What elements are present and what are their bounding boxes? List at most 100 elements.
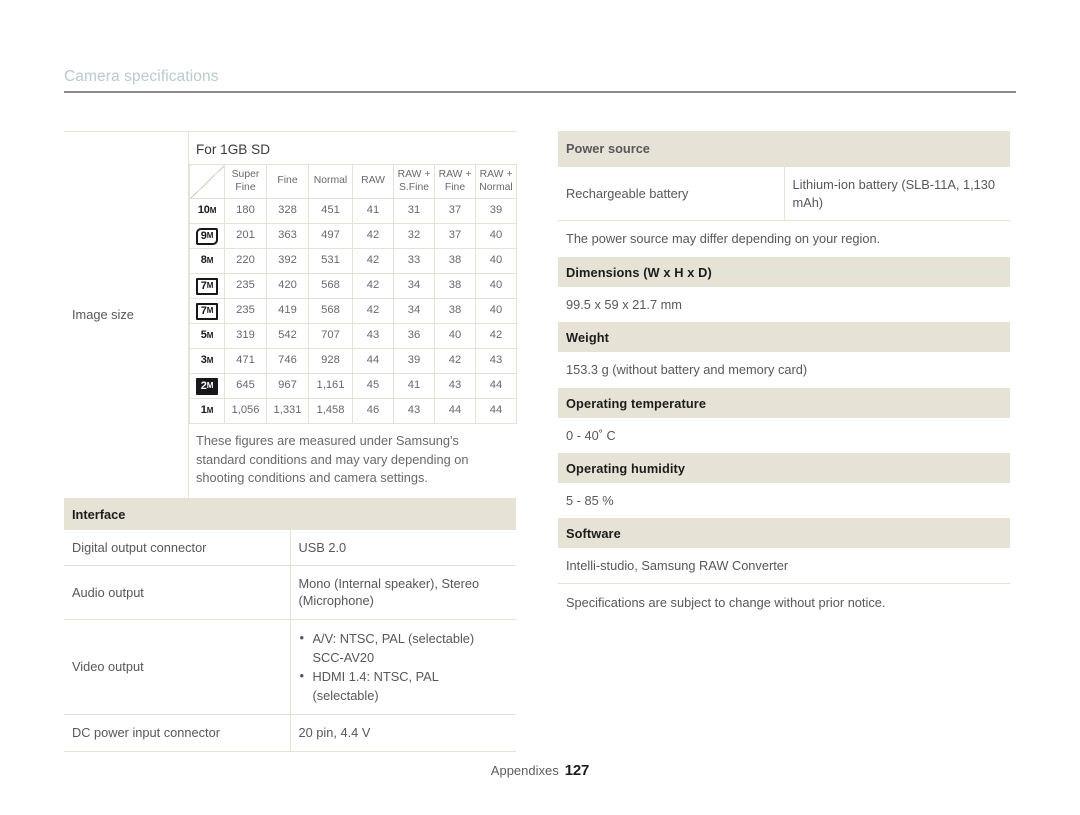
weight-value: 153.3 g (without battery and memory card… [558,352,1010,389]
resolution-badge: 5M [200,329,214,342]
operating-temperature-heading: Operating temperature [558,388,1010,418]
capacity-cell: 1,161 [308,373,353,399]
interface-row-key: Video output [64,619,291,716]
capacity-cell: 43 [475,348,517,374]
interface-heading: Interface [64,498,516,530]
capacity-cell: 1,331 [266,398,309,424]
resolution-badge: 2M [195,377,219,395]
right-column: Power source Rechargeable battery Lithiu… [558,131,1010,752]
interface-row-value: Mono (Internal speaker), Stereo (Microph… [290,565,516,620]
capacity-column-header: Normal [308,164,353,199]
interface-bullet-list: A/V: NTSC, PAL (selectable) SCC-AV20HDMI… [299,628,509,706]
capacity-cell: 451 [308,198,353,224]
capacity-cell: 38 [434,248,476,274]
power-source-table: Power source Rechargeable battery Lithiu… [558,131,1010,221]
operating-temperature-value: 0 - 40˚ C [558,418,1010,454]
interface-row: Digital output connector USB 2.0 [64,529,516,567]
capacity-table-body: 10 M 180 328 451 41 31 37 39 9 M 201 363 497 42 32 37 40 8… [189,198,517,424]
capacity-cell: 41 [352,198,394,224]
interface-bullet-item: HDMI 1.4: NTSC, PAL (selectable) [299,666,509,705]
capacity-cell: 44 [475,373,517,399]
left-column: Image size For 1GB SD Super Fine Fine Norma… [64,131,517,752]
capacity-column-header: RAW + Normal [475,164,517,199]
interface-heading-row: Interface [64,498,516,530]
page-number: 127 [564,762,590,779]
capacity-table-corner-cell [189,164,225,199]
page-footer: Appendixes 127 [0,762,1080,779]
dimensions-value: 99.5 x 59 x 21.7 mm [558,287,1010,324]
capacity-cell: 497 [308,223,353,249]
capacity-cell: 36 [393,323,435,349]
resolution-8m-icon: 8M [189,248,225,274]
capacity-cell: 44 [475,398,517,424]
capacity-cell: 1,458 [308,398,353,424]
capacity-cell: 42 [475,323,517,349]
capacity-cell: 392 [266,248,309,274]
capacity-column-header: RAW + S.Fine [393,164,435,199]
software-heading: Software [558,519,1010,549]
resolution-badge: 7M [195,277,219,295]
capacity-cell: 967 [266,373,309,399]
footer-section-name: Appendixes [490,763,559,778]
capacity-table-row: 2 M 645 967 1,161 45 41 43 44 [189,373,517,399]
capacity-cell: 34 [393,273,435,299]
capacity-cell: 44 [434,398,476,424]
capacity-cell: 645 [224,373,267,399]
capacity-cell: 707 [308,323,353,349]
capacity-table-row: 1 M 1,056 1,331 1,458 46 43 44 44 [189,398,517,424]
operating-humidity-heading: Operating humidity [558,453,1010,483]
power-source-note: The power source may differ depending on… [558,221,1010,259]
image-size-block: Image size For 1GB SD Super Fine Fine Norma… [64,131,517,499]
header-rule [64,91,1016,93]
capacity-table-row: 10 M 180 328 451 41 31 37 39 [189,198,517,224]
capacity-column-header: Super Fine [224,164,267,199]
interface-row-key: Audio output [64,565,291,620]
resolution-2m-icon: 2M [189,373,225,399]
capacity-cell: 45 [352,373,394,399]
interface-row: DC power input connector 20 pin, 4.4 V [64,714,516,752]
weight-heading: Weight [558,323,1010,353]
capacity-cell: 531 [308,248,353,274]
capacity-cell: 42 [352,248,394,274]
resolution-10m-icon: 10 M [189,198,225,224]
resolution-badge: 1M [200,404,214,417]
capacity-cell: 34 [393,298,435,324]
capacity-cell: 42 [434,348,476,374]
capacity-table-row: 3 M 471 746 928 44 39 42 43 [189,348,517,374]
capacity-cell: 363 [266,223,309,249]
capacity-cell: 220 [224,248,267,274]
capacity-cell: 568 [308,298,353,324]
capacity-cell: 328 [266,198,309,224]
page-title: Camera specifications [64,68,219,85]
interface-rows: Digital output connector USB 2.0 Audio out… [64,529,516,752]
power-source-heading-row: Power source [558,131,1010,168]
capacity-cell: 42 [352,273,394,299]
capacity-cell: 568 [308,273,353,299]
resolution-9m-icon: 9M [189,223,225,249]
power-source-row: Rechargeable battery Lithium-ion battery… [558,166,1010,221]
body-columns: Image size For 1GB SD Super Fine Fine Norma… [64,131,1016,752]
capacity-cell: 43 [434,373,476,399]
image-size-label: Image size [72,307,134,323]
resolution-badge: 10 M [197,204,217,217]
capacity-cell: 37 [434,198,476,224]
power-source-key: Rechargeable battery [558,166,785,221]
capacity-column-header: RAW [352,164,394,199]
capacity-cell: 37 [434,223,476,249]
capacity-cell: 44 [352,348,394,374]
capacity-cell: 542 [266,323,309,349]
capacity-table-row: 7 M 235 420 568 42 34 38 40 [189,273,517,299]
resolution-badge: 7M [195,302,219,320]
capacity-cell: 40 [475,248,517,274]
resolution-7m-icon: 7M [189,298,225,324]
resolution-badge: 3M [200,354,214,367]
power-source-value: Lithium-ion battery (SLB-11A, 1,130 mAh) [784,166,1010,221]
interface-row-key: Digital output connector [64,529,291,567]
interface-bullet-item: A/V: NTSC, PAL (selectable) SCC-AV20 [299,628,509,667]
operating-humidity-value: 5 - 85 % [558,483,1010,520]
resolution-1m-icon: 1M [189,398,225,424]
capacity-column-header: Fine [266,164,309,199]
capacity-cell: 40 [434,323,476,349]
image-size-label-cell: Image size [64,132,189,498]
image-size-body: For 1GB SD Super Fine Fine Normal RAW RAW + S.… [189,132,517,498]
